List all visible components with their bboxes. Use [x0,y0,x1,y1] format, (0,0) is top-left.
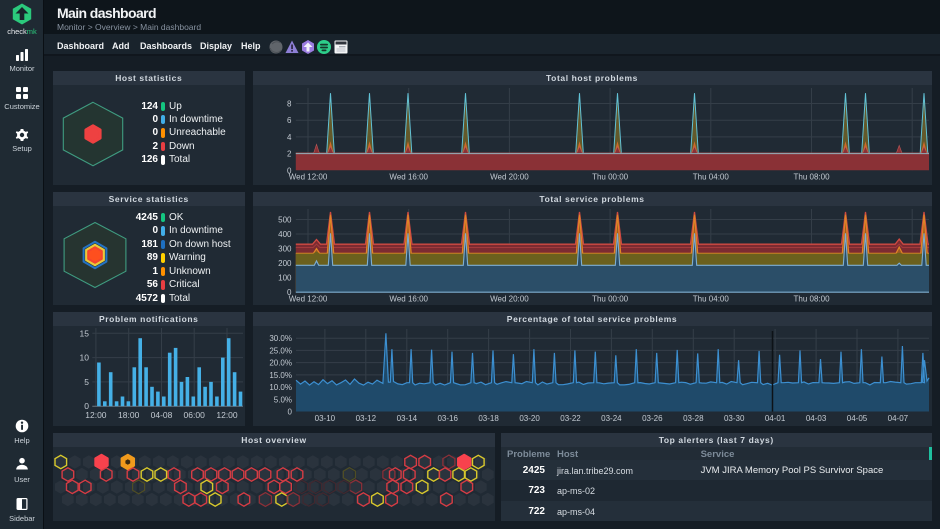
svg-text:03-12: 03-12 [355,414,376,423]
svg-text:04-07: 04-07 [887,414,908,423]
svg-text:Thu 08:00: Thu 08:00 [793,173,830,182]
svg-text:300: 300 [278,244,292,253]
svg-text:04-08: 04-08 [151,410,173,420]
svg-text:03-26: 03-26 [642,414,663,423]
svg-text:200: 200 [278,259,292,268]
svg-text:400: 400 [278,230,292,239]
svg-text:0: 0 [287,166,292,175]
svg-text:Wed 16:00: Wed 16:00 [389,173,428,182]
svg-text:15.0%: 15.0% [269,371,292,380]
svg-text:06:00: 06:00 [184,410,206,420]
svg-text:30.0%: 30.0% [269,334,292,343]
svg-text:5.0%: 5.0% [273,395,291,404]
svg-text:18:00: 18:00 [118,410,140,420]
svg-text:03-22: 03-22 [560,414,581,423]
svg-text:10: 10 [80,353,90,363]
svg-text:8: 8 [287,100,292,109]
svg-text:03-24: 03-24 [601,414,622,423]
svg-text:12:00: 12:00 [85,410,107,420]
svg-text:Thu 00:00: Thu 00:00 [592,173,629,182]
svg-text:Thu 04:00: Thu 04:00 [692,294,729,303]
svg-text:03-30: 03-30 [723,414,744,423]
svg-text:500: 500 [278,215,292,224]
svg-text:03-28: 03-28 [683,414,704,423]
svg-text:25.0%: 25.0% [269,346,292,355]
svg-text:03-10: 03-10 [314,414,335,423]
svg-text:12:00: 12:00 [216,410,238,420]
svg-text:03-18: 03-18 [478,414,499,423]
svg-text:100: 100 [278,273,292,282]
svg-text:03-16: 03-16 [437,414,458,423]
svg-text:03-20: 03-20 [519,414,540,423]
svg-text:Wed 12:00: Wed 12:00 [288,294,327,303]
svg-text:0: 0 [287,408,292,417]
svg-text:2: 2 [287,150,292,159]
svg-text:20.0%: 20.0% [269,359,292,368]
svg-text:10.0%: 10.0% [269,383,292,392]
svg-text:04-03: 04-03 [805,414,826,423]
svg-text:04-01: 04-01 [764,414,785,423]
svg-text:Thu 08:00: Thu 08:00 [793,294,830,303]
svg-text:6: 6 [287,116,292,125]
svg-text:Wed 20:00: Wed 20:00 [490,294,529,303]
svg-text:Thu 00:00: Thu 00:00 [592,294,629,303]
svg-text:03-14: 03-14 [396,414,417,423]
svg-text:Thu 04:00: Thu 04:00 [692,173,729,182]
svg-text:0: 0 [287,288,292,297]
svg-text:Wed 20:00: Wed 20:00 [490,173,529,182]
svg-text:4: 4 [287,133,292,142]
svg-text:5: 5 [84,377,89,387]
svg-text:Wed 16:00: Wed 16:00 [389,294,428,303]
svg-text:04-05: 04-05 [846,414,867,423]
svg-text:15: 15 [80,328,90,338]
svg-text:Wed 12:00: Wed 12:00 [288,173,327,182]
